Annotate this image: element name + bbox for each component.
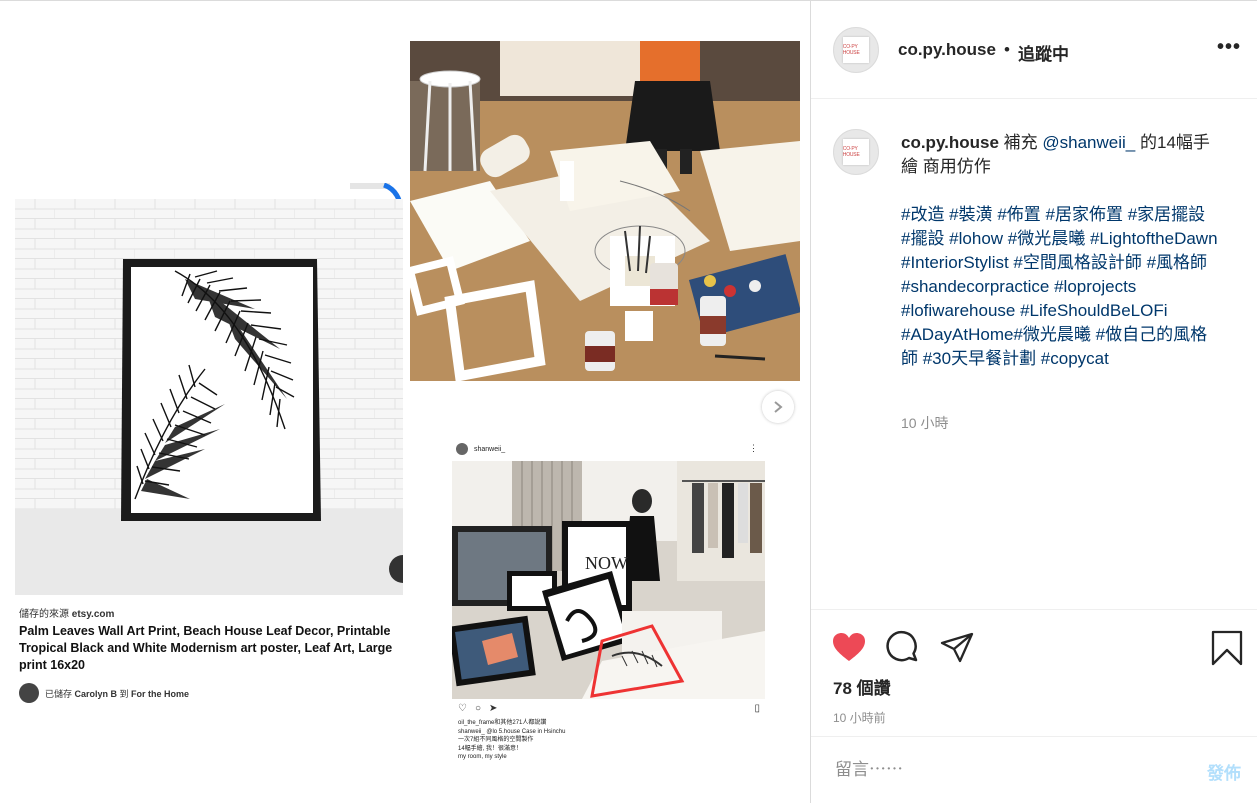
more-options-icon[interactable]: ••• [1217, 36, 1241, 59]
header-separator: • [1004, 40, 1010, 59]
avatar-logo: CO·PY HOUSE [842, 138, 870, 166]
studio-floor-photo[interactable] [410, 41, 800, 381]
post-media: 儲存的來源 etsy.com Palm Leaves Wall Art Prin… [0, 0, 810, 804]
pin-source-prefix: 儲存的來源 [19, 609, 72, 620]
avatar-logo-text: CO·PY HOUSE [842, 43, 860, 56]
share-button[interactable] [939, 630, 975, 666]
poster-now-text: NOW [585, 553, 628, 573]
post-actions: 78 個讚 10 小時前 [811, 609, 1257, 737]
ig-shot-more-icon: ⋮ [749, 443, 758, 453]
ig-shot-caption-line3: 14幅手繪, 我！很滿意！ [458, 745, 523, 752]
bookmark-icon [1211, 630, 1243, 666]
pin-title[interactable]: Palm Leaves Wall Art Print, Beach House … [19, 623, 405, 674]
pin-user-avatar[interactable] [19, 683, 39, 703]
ig-shot-caption-line4: my room, my style [458, 754, 507, 760]
comment-input[interactable] [833, 759, 1167, 781]
ig-shot-photo: NOW [452, 461, 765, 699]
comment-composer: 發佈 [811, 736, 1257, 805]
ig-shot-avatar [456, 443, 468, 455]
avatar-logo: CO·PY HOUSE [842, 36, 870, 64]
caption-username[interactable]: co.py.house [901, 133, 999, 152]
ig-shot-username: shanweii_ [474, 445, 506, 453]
author-username[interactable]: co.py.house [898, 40, 996, 60]
caption-author-avatar[interactable]: CO·PY HOUSE [833, 129, 879, 175]
save-button[interactable] [1209, 630, 1245, 666]
caption-hashtags[interactable]: #改造 #裝潢 #佈置 #居家佈置 #家居擺設 #擺設 #lohow #微光晨曦… [901, 203, 1219, 371]
post-timestamp[interactable]: 10 小時前 [833, 709, 886, 726]
heart-filled-icon [833, 633, 865, 661]
ig-shot-caption: oil_the_frame和其他271人都說讚 shanweii_ @lo 5.… [458, 719, 758, 762]
ig-shot-action-icons: ♡ ○ ➤ [458, 703, 497, 714]
like-button[interactable] [831, 630, 867, 666]
post-side-panel: CO·PY HOUSE co.py.house • 追蹤中 ••• CO·PY … [810, 0, 1257, 803]
comment-button[interactable] [885, 630, 921, 666]
avatar-logo-text: CO·PY HOUSE [842, 145, 860, 158]
comment-icon [886, 630, 918, 662]
send-icon [940, 632, 974, 663]
pin-saved-prefix: 已儲存 [45, 688, 75, 699]
bookmark-icon: ▯ [754, 703, 760, 714]
post-header: CO·PY HOUSE co.py.house • 追蹤中 ••• [811, 1, 1257, 99]
pin-saved-user[interactable]: Carolyn B [75, 689, 118, 699]
instagram-screenshot: shanweii_ ⋮ NOW ♡ ○ ➤ ▯ oil_the_frame和其他… [452, 441, 766, 771]
author-avatar[interactable]: CO·PY HOUSE [833, 27, 879, 73]
ig-shot-liked-by: oil_the_frame和其他271人都說讚 [458, 720, 547, 726]
carousel-next-button[interactable] [762, 391, 794, 423]
caption-text: co.py.house 補充 @shanweii_ 的14幅手繪 商用仿作 [901, 131, 1221, 179]
heart-outline-icon: ♡ [458, 703, 467, 714]
following-button[interactable]: 追蹤中 [1018, 40, 1069, 65]
ig-shot-header: shanweii_ [456, 443, 505, 455]
caption-mention-link[interactable]: @shanweii_ [1042, 133, 1135, 152]
palm-leaf-poster-image[interactable] [15, 199, 403, 595]
caption-timestamp: 10 小時 [901, 415, 949, 431]
pin-saved-mid: 到 [117, 688, 132, 699]
pinterest-card: 儲存的來源 etsy.com Palm Leaves Wall Art Prin… [15, 199, 403, 719]
caption-text-before: 補充 [998, 133, 1043, 152]
chevron-right-icon [774, 401, 783, 413]
share-icon: ➤ [489, 703, 498, 714]
pin-source: 儲存的來源 etsy.com [19, 605, 114, 620]
ig-shot-caption-line2: 一次7組不同風格的空間製作 [458, 737, 534, 743]
comment-icon: ○ [474, 703, 482, 714]
likes-count[interactable]: 78 個讚 [833, 674, 891, 699]
pin-saved-by: 已儲存 Carolyn B 到 For the Home [19, 683, 189, 703]
pin-source-domain[interactable]: etsy.com [72, 609, 115, 620]
pin-saved-board[interactable]: For the Home [131, 689, 189, 699]
post-comment-button[interactable]: 發佈 [1207, 759, 1241, 784]
ig-shot-caption-line1: shanweii_ @lo 5.house Case in Hsinchu [458, 728, 566, 735]
